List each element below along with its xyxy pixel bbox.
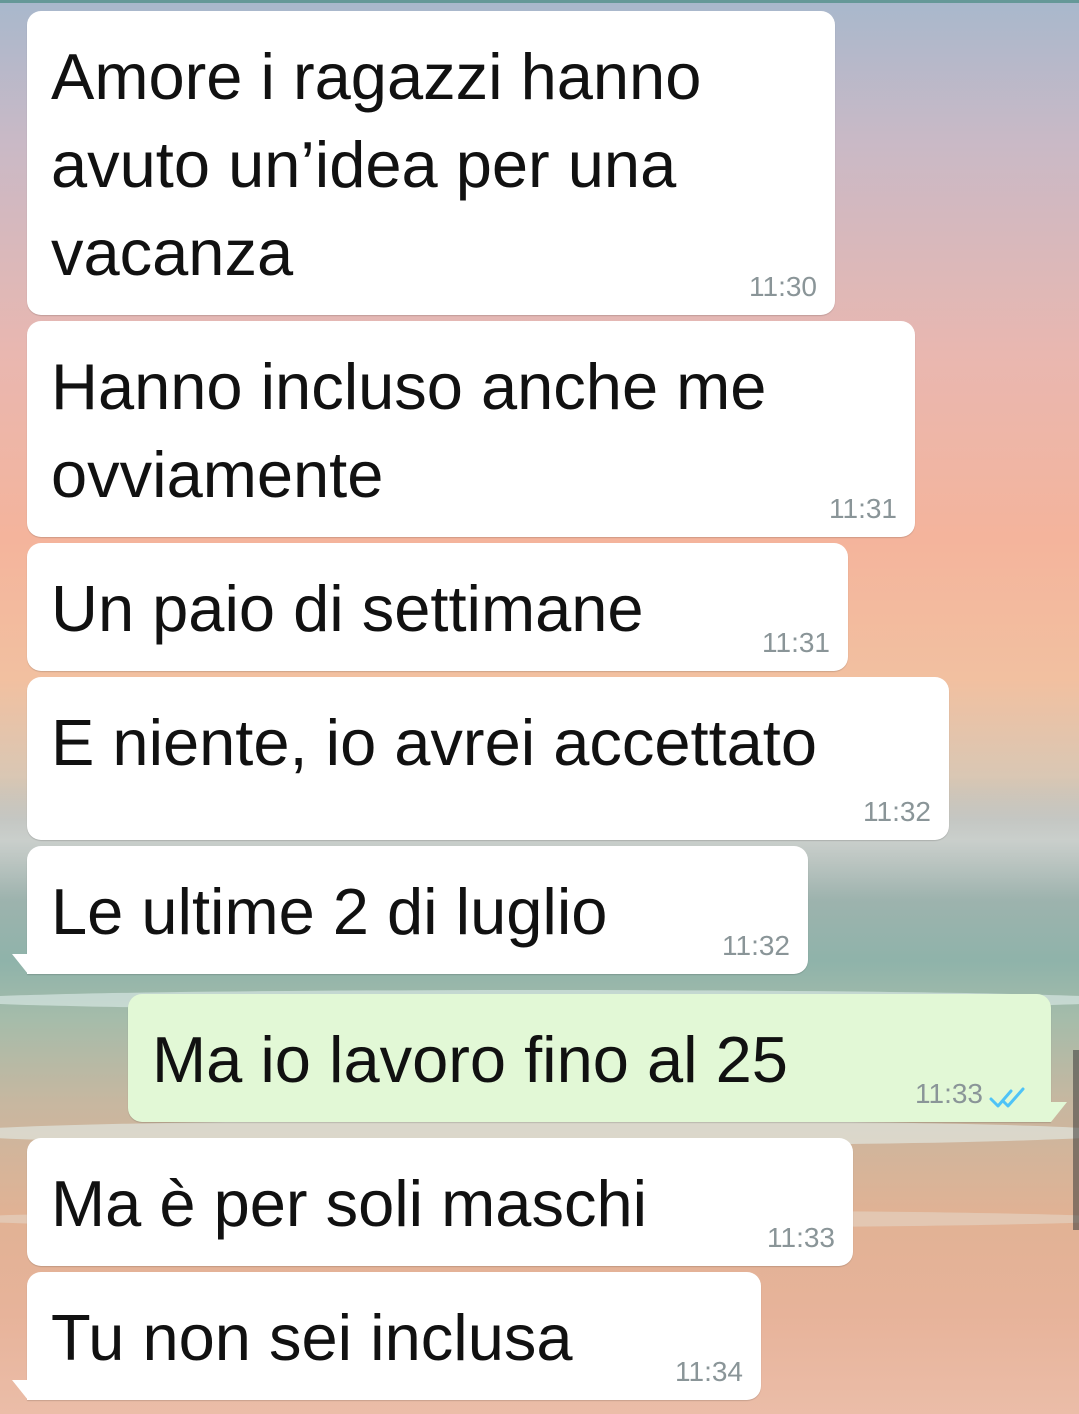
message-text: Tu non sei inclusa (51, 1301, 573, 1374)
message-bubble-incoming[interactable]: Hanno incluso anche me ovviamente 11:31 (27, 321, 915, 537)
bubble-tail (12, 1380, 28, 1400)
message-timestamp: 11:30 (749, 271, 817, 302)
message-text: Un paio di settimane (51, 572, 644, 645)
message-bubble-incoming[interactable]: Amore i ragazzi hanno avuto un’idea per … (27, 11, 835, 315)
bubble-tail (12, 954, 28, 974)
message-timestamp: 11:31 (762, 627, 830, 658)
message-bubble-incoming[interactable]: Ma è per soli maschi 11:33 (27, 1138, 853, 1266)
message-text: Le ultime 2 di luglio (51, 875, 608, 948)
message-timestamp: 11:34 (675, 1356, 743, 1387)
message-bubble-outgoing[interactable]: Ma io lavoro fino al 25 11:33 (128, 994, 1051, 1122)
message-timestamp: 11:33 (767, 1222, 835, 1253)
message-timestamp: 11:32 (863, 796, 931, 827)
bubble-tail (1051, 1102, 1067, 1122)
message-bubble-incoming[interactable]: Un paio di settimane 11:31 (27, 543, 848, 671)
message-text: Ma io lavoro fino al 25 (152, 1023, 788, 1096)
message-bubble-incoming[interactable]: Tu non sei inclusa 11:34 (27, 1272, 761, 1400)
message-bubble-incoming[interactable]: E niente, io avrei accettato 11:32 (27, 677, 949, 840)
scrollbar[interactable] (1073, 1050, 1079, 1230)
message-timestamp: 11:33 (915, 1078, 983, 1109)
message-text: E niente, io avrei accettato (51, 706, 818, 779)
double-check-icon (989, 1087, 1025, 1108)
message-timestamp: 11:31 (829, 493, 897, 524)
message-bubble-incoming[interactable]: Le ultime 2 di luglio 11:32 (27, 846, 808, 974)
message-text: Amore i ragazzi hanno avuto un’idea per … (51, 40, 702, 289)
message-timestamp: 11:32 (722, 930, 790, 961)
message-text: Ma è per soli maschi (51, 1167, 648, 1240)
top-divider (0, 0, 1079, 3)
message-text: Hanno incluso anche me ovviamente (51, 350, 767, 511)
